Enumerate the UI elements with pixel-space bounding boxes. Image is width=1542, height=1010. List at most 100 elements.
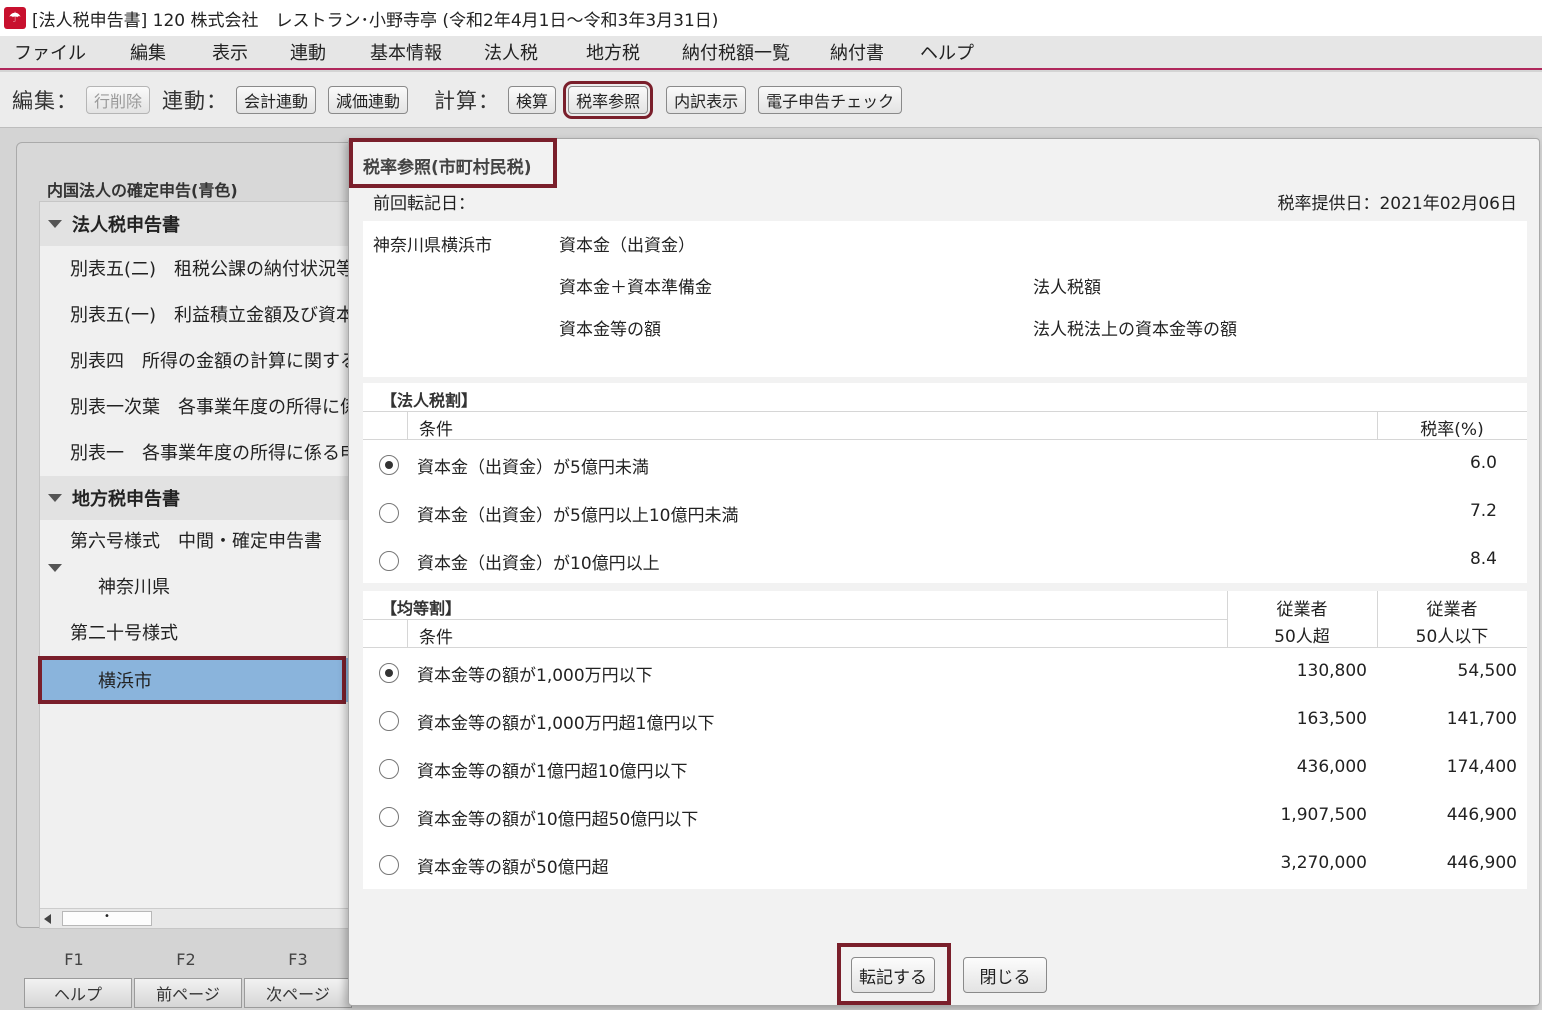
radio-button[interactable] [379,855,399,875]
tree-label: 地方税申告書 [72,489,180,510]
table-row[interactable]: 資本金（出資金）が5億円未満 6.0 [363,441,1527,489]
last-posted-date: 前回転記日： [373,194,475,214]
radio-button[interactable] [379,551,399,571]
tree-label: 別表五(一) 利益積立金額及び資本金 [70,305,358,326]
tree-group-corp-tax[interactable]: 法人税申告書 [40,202,358,246]
edit-label: 編集： [12,88,78,113]
radio-button[interactable] [379,759,399,779]
row-over50: 163,500 [1296,709,1367,729]
capital-equiv-label: 資本金等の額 [559,320,661,340]
tax-rate-ref-button[interactable]: 税率参照 [563,80,654,119]
accounting-link-button[interactable]: 会計連動 [236,85,317,114]
selection-highlight [38,656,346,704]
delete-row-button[interactable]: 行削除 [86,85,151,114]
scroll-left-icon[interactable] [44,914,51,924]
menu-local-tax[interactable]: 地方税 [572,35,668,69]
city-name: 神奈川県横浜市 [373,236,492,256]
radio-button[interactable] [379,503,399,523]
info-box: 神奈川県横浜市 資本金（出資金） 資本金＋資本準備金 法人税額 資本金等の額 法… [363,221,1527,377]
table-row[interactable]: 資本金（出資金）が5億円以上10億円未満 7.2 [363,489,1527,537]
fkey-label-f1: F1 [64,950,84,969]
link-label: 連動： [162,88,229,113]
prev-page-button[interactable]: 前ページ [134,978,242,1008]
post-button[interactable]: 転記する [851,957,935,993]
check-calc-button[interactable]: 検算 [508,85,557,114]
row-over50: 436,000 [1296,757,1367,777]
row-condition: 資本金等の額が10億円超50億円以下 [417,810,699,830]
table-row[interactable]: 資本金等の額が10億円超50億円以下 1,907,500 446,900 [363,793,1527,841]
row-under50: 446,900 [1446,805,1517,825]
tree-label: 第六号様式 中間・確定申告書 [70,531,322,552]
row-over50: 3,270,000 [1280,853,1367,873]
tree-item-beppyo5-1[interactable]: 別表五(一) 利益積立金額及び資本金 [40,292,358,336]
collapse-icon[interactable] [48,494,62,502]
table-row[interactable]: 資本金等の額が1,000万円超1億円以下 163,500 141,700 [363,697,1527,745]
radio-button[interactable] [379,663,399,683]
menu-corp-tax[interactable]: 法人税 [470,35,572,69]
menu-link[interactable]: 連動 [276,35,356,69]
fkey-label-f2: F2 [176,950,196,969]
tree-label: 第二十号様式 [70,623,178,644]
menu-view[interactable]: 表示 [198,35,276,69]
menu-basic-info[interactable]: 基本情報 [356,35,470,69]
app-icon: ☂ [4,7,26,29]
row-under50: 141,700 [1446,709,1517,729]
depreciation-link-button[interactable]: 減価連動 [328,85,409,114]
collapse-icon[interactable] [48,220,62,228]
e-filing-check-button[interactable]: 電子申告チェック [758,85,903,114]
corp-tax-amount-label: 法人税額 [1033,278,1101,298]
menu-help[interactable]: ヘルプ [906,35,988,69]
help-button[interactable]: ヘルプ [24,978,132,1008]
divider [363,647,1527,648]
row-condition: 資本金等の額が50億円超 [417,858,609,878]
menu-file[interactable]: ファイル [0,35,116,69]
row-rate: 6.0 [1469,453,1497,473]
table-row[interactable]: 資本金等の額が1億円超10億円以下 436,000 174,400 [363,745,1527,793]
row-condition: 資本金（出資金）が5億円未満 [417,458,649,478]
menu-edit[interactable]: 編集 [116,35,198,69]
rate-header: 税率(%) [1420,420,1484,440]
over50-header-bottom: 50人超 [1274,627,1330,647]
next-page-button[interactable]: 次ページ [244,978,352,1008]
tree-label: 神奈川県 [98,577,170,598]
window-title: [法人税申告書] 120 株式会社 レストラン･小野寺亭 (令和2年4月1日～令… [32,10,719,31]
row-under50: 54,500 [1457,661,1517,681]
tree-label: 別表一次葉 各事業年度の所得に係る [70,397,358,418]
tree-item-form20[interactable]: 第二十号様式 [40,610,358,654]
radio-button[interactable] [379,455,399,475]
tree-label: 別表四 所得の金額の計算に関する明細書 [70,351,358,372]
over50-header-top: 従業者 [1276,600,1328,620]
corp-tax-table: 【法人税割】 条件 税率(%) 資本金（出資金）が5億円未満 6.0 資本金（出… [363,383,1527,583]
tree-item-beppyo1[interactable]: 別表一 各事業年度の所得に係る申告書 [40,430,358,474]
scroll-thumb[interactable]: • [62,911,152,926]
tree-item-beppyo1-next[interactable]: 別表一次葉 各事業年度の所得に係る [40,384,358,428]
menu-payment-list[interactable]: 納付税額一覧 [668,35,816,69]
tree-item-kanagawa[interactable]: 神奈川県 [40,564,358,608]
tree-group-local-tax[interactable]: 地方税申告書 [40,476,358,520]
under50-header-bottom: 50人以下 [1415,627,1489,647]
table-row[interactable]: 資本金等の額が50億円超 3,270,000 446,900 [363,841,1527,889]
cond-header: 条件 [419,628,453,648]
capital-plus-reserve-label: 資本金＋資本準備金 [559,278,712,298]
divider [363,411,1527,412]
tree-item-form6[interactable]: 第六号様式 中間・確定申告書 [40,518,358,562]
cond-header: 条件 [419,420,453,440]
radio-button[interactable] [379,807,399,827]
table-row[interactable]: 資本金（出資金）が10億円以上 8.4 [363,537,1527,585]
tree-item-beppyo4[interactable]: 別表四 所得の金額の計算に関する明細書 [40,338,358,382]
tax-rate-dialog: 税率参照(市町村民税) 前回転記日： 税率提供日：2021年02月06日 神奈川… [348,138,1540,1006]
divider [363,619,1227,620]
table-row[interactable]: 資本金等の額が1,000万円以下 130,800 54,500 [363,649,1527,697]
tree-title: 内国法人の確定申告(青色) [47,181,238,200]
radio-button[interactable] [379,711,399,731]
breakdown-button[interactable]: 内訳表示 [666,85,747,114]
close-button[interactable]: 閉じる [963,957,1047,993]
horizontal-scrollbar[interactable]: • [40,908,358,928]
fkey-label-f3: F3 [288,950,308,969]
form-tree: 法人税申告書 別表五(二) 租税公課の納付状況等 別表五(一) 利益積立金額及び… [38,201,358,929]
row-rate: 8.4 [1469,549,1497,569]
menu-payment-slip[interactable]: 納付書 [816,35,906,69]
menu-bar: ファイル 編集 表示 連動 基本情報 法人税 地方税 納付税額一覧 納付書 ヘル… [0,36,1542,70]
function-keys: F1 F2 F3 ヘルプ 前ページ 次ページ [24,946,354,1010]
tree-item-beppyo5-2[interactable]: 別表五(二) 租税公課の納付状況等 [40,246,358,290]
